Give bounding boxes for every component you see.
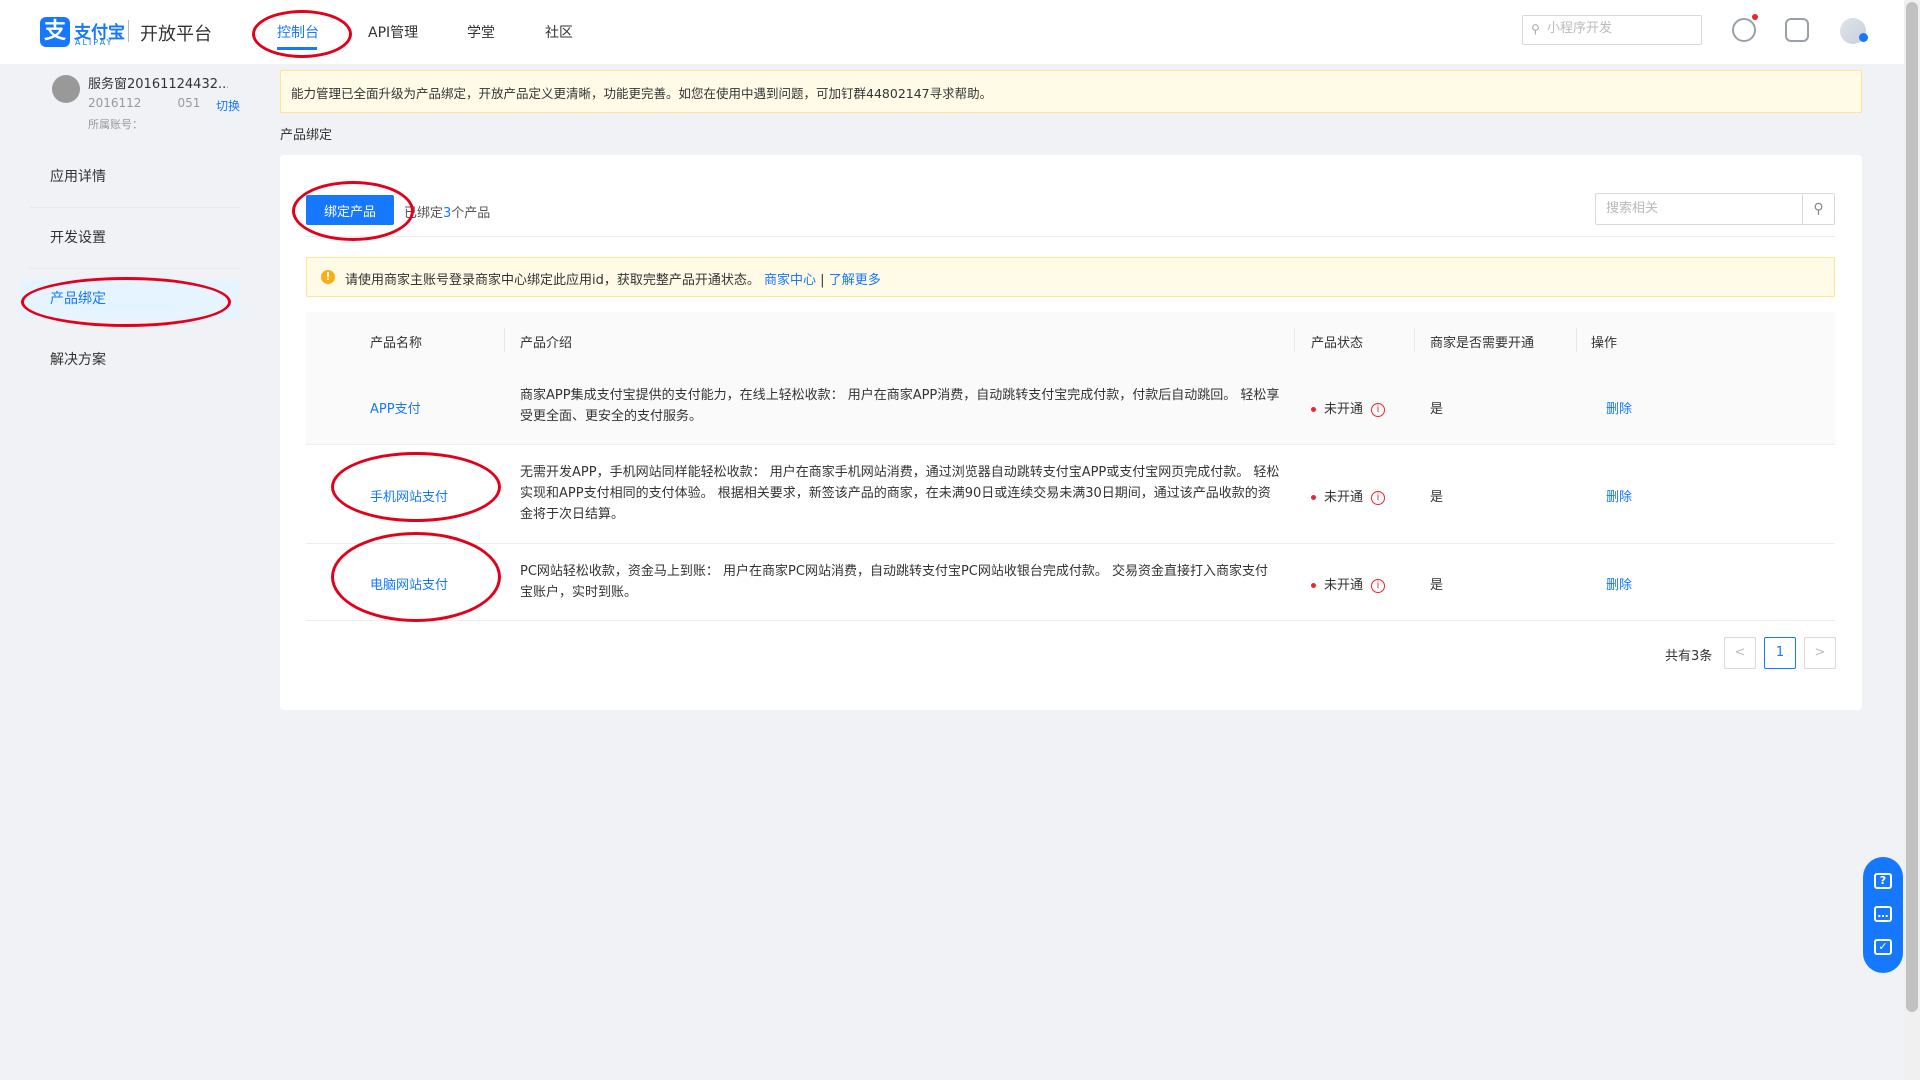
col-product-name: 产品名称 bbox=[370, 336, 423, 351]
search-icon: ⚲ bbox=[1531, 22, 1540, 36]
toolbar-divider bbox=[306, 236, 1835, 237]
scrollbar-thumb[interactable] bbox=[1906, 2, 1918, 1012]
product-description: 商家APP集成支付宝提供的支付能力，在线上轻松收款： 用户在商家APP消费，自动… bbox=[520, 388, 1280, 424]
merchant-warning: ! 请使用商家主账号登录商家中心绑定此应用id，获取完整产品开通状态。 商家中心… bbox=[306, 257, 1835, 297]
app-name: 服务窗20161124432... bbox=[88, 77, 228, 92]
product-status: 未开通 i bbox=[1311, 574, 1386, 593]
sidebar-item-dev-settings[interactable]: 开发设置 bbox=[20, 218, 240, 258]
status-text: 未开通 bbox=[1324, 402, 1364, 417]
merchant-activation-value: 是 bbox=[1430, 578, 1444, 593]
column-divider bbox=[1294, 328, 1295, 352]
next-page-button[interactable]: > bbox=[1804, 637, 1836, 669]
status-text: 未开通 bbox=[1324, 578, 1364, 593]
table-header: 产品名称 产品介绍 产品状态 商家是否需要开通 操作 bbox=[306, 312, 1835, 368]
breadcrumb: 产品绑定 bbox=[280, 128, 333, 143]
notification-dot bbox=[1752, 14, 1758, 20]
status-dot bbox=[1311, 583, 1316, 588]
menu-divider bbox=[30, 268, 240, 269]
product-search-input[interactable] bbox=[1606, 201, 1796, 216]
bind-product-button[interactable]: 绑定产品 bbox=[306, 195, 394, 225]
delete-link[interactable]: 删除 bbox=[1606, 574, 1632, 593]
info-icon[interactable]: i bbox=[1371, 578, 1386, 593]
logo-subtext: ALIPAY bbox=[75, 38, 114, 47]
chat-icon[interactable]: … bbox=[1874, 906, 1892, 922]
delete-link[interactable]: 删除 bbox=[1606, 486, 1632, 505]
status-text: 未开通 bbox=[1324, 490, 1364, 505]
product-name-link[interactable]: APP支付 bbox=[370, 398, 421, 417]
table-row: APP支付 商家APP集成支付宝提供的支付能力，在线上轻松收款： 用户在商家AP… bbox=[306, 368, 1835, 445]
document-icon[interactable] bbox=[1785, 18, 1809, 42]
product-search[interactable]: ⚲ bbox=[1595, 193, 1835, 225]
floating-help-panel: ? … ✓ bbox=[1863, 857, 1903, 973]
sidebar-item-solutions[interactable]: 解决方案 bbox=[20, 340, 240, 380]
status-dot bbox=[1311, 407, 1316, 412]
merchant-activation-value: 是 bbox=[1430, 402, 1444, 417]
product-name-link[interactable]: 手机网站支付 bbox=[370, 486, 448, 505]
info-icon[interactable]: i bbox=[1371, 490, 1386, 505]
platform-title: 开放平台 bbox=[140, 24, 212, 45]
merchant-center-link[interactable]: 商家中心 bbox=[764, 273, 816, 288]
bound-suffix: 个产品 bbox=[451, 206, 491, 221]
page-1-button[interactable]: 1 bbox=[1764, 637, 1796, 669]
global-search[interactable]: ⚲ bbox=[1522, 15, 1702, 45]
upgrade-notice: 能力管理已全面升级为产品绑定，开放产品定义更清晰，功能更完善。如您在使用中遇到问… bbox=[280, 70, 1862, 113]
column-divider bbox=[504, 328, 505, 352]
app-avatar bbox=[52, 75, 80, 103]
app-id: 2016112 051 bbox=[88, 96, 201, 110]
nav-console[interactable]: 控制台 bbox=[277, 22, 319, 42]
column-divider bbox=[1414, 328, 1415, 352]
sidebar-item-product-binding[interactable]: 产品绑定 bbox=[20, 279, 240, 319]
nav-active-indicator bbox=[277, 47, 317, 50]
top-bar: 支 支付宝 ALIPAY 开放平台 控制台 API管理 学堂 社区 ⚲ bbox=[0, 0, 1920, 64]
product-description: PC网站轻松收款，资金马上到账： 用户在商家PC网站消费，自动跳转支付宝PC网站… bbox=[520, 564, 1269, 600]
col-operation: 操作 bbox=[1591, 336, 1618, 351]
prev-page-button[interactable]: < bbox=[1724, 637, 1756, 669]
logo-divider bbox=[128, 20, 129, 42]
product-status: 未开通 i bbox=[1311, 398, 1386, 417]
product-description: 无需开发APP，手机网站同样能轻松收款： 用户在商家手机网站消费，通过浏览器自动… bbox=[520, 465, 1280, 522]
warning-icon: ! bbox=[321, 270, 335, 284]
bound-prefix: 已绑定 bbox=[404, 206, 444, 221]
nav-academy[interactable]: 学堂 bbox=[467, 22, 495, 42]
bound-product-count: 已绑定3个产品 bbox=[404, 202, 490, 221]
sidebar-item-app-details[interactable]: 应用详情 bbox=[20, 157, 240, 197]
learn-more-link[interactable]: 了解更多 bbox=[829, 273, 881, 288]
table-row: 手机网站支付 无需开发APP，手机网站同样能轻松收款： 用户在商家手机网站消费，… bbox=[306, 445, 1835, 544]
table-row: 电脑网站支付 PC网站轻松收款，资金马上到账： 用户在商家PC网站消费，自动跳转… bbox=[306, 544, 1835, 621]
col-product-intro: 产品介绍 bbox=[520, 336, 573, 351]
total-count: 共有3条 bbox=[1665, 649, 1713, 664]
nav-community[interactable]: 社区 bbox=[545, 22, 573, 42]
switch-app-link[interactable]: 切换 bbox=[216, 97, 240, 114]
warning-text: 请使用商家主账号登录商家中心绑定此应用id，获取完整产品开通状态。 bbox=[345, 273, 760, 288]
help-icon[interactable]: ? bbox=[1874, 873, 1892, 889]
feedback-icon[interactable]: ✓ bbox=[1874, 939, 1892, 955]
merchant-activation-value: 是 bbox=[1430, 490, 1444, 505]
column-divider bbox=[1576, 328, 1577, 352]
nav-api-management[interactable]: API管理 bbox=[368, 22, 418, 42]
delete-link[interactable]: 删除 bbox=[1606, 398, 1632, 417]
avatar[interactable] bbox=[1840, 18, 1868, 44]
bell-icon[interactable] bbox=[1732, 18, 1756, 42]
global-search-input[interactable] bbox=[1547, 21, 1697, 36]
link-separator: | bbox=[820, 273, 829, 288]
alipay-logo[interactable]: 支 bbox=[40, 17, 70, 47]
status-dot bbox=[1311, 495, 1316, 500]
info-icon[interactable]: i bbox=[1371, 402, 1386, 417]
col-merchant-activation: 商家是否需要开通 bbox=[1430, 336, 1535, 351]
account-label: 所属账号： bbox=[88, 118, 143, 131]
menu-divider bbox=[30, 207, 240, 208]
product-status: 未开通 i bbox=[1311, 486, 1386, 505]
col-product-status: 产品状态 bbox=[1311, 336, 1364, 351]
search-icon[interactable]: ⚲ bbox=[1802, 194, 1834, 224]
product-name-link[interactable]: 电脑网站支付 bbox=[370, 574, 448, 593]
